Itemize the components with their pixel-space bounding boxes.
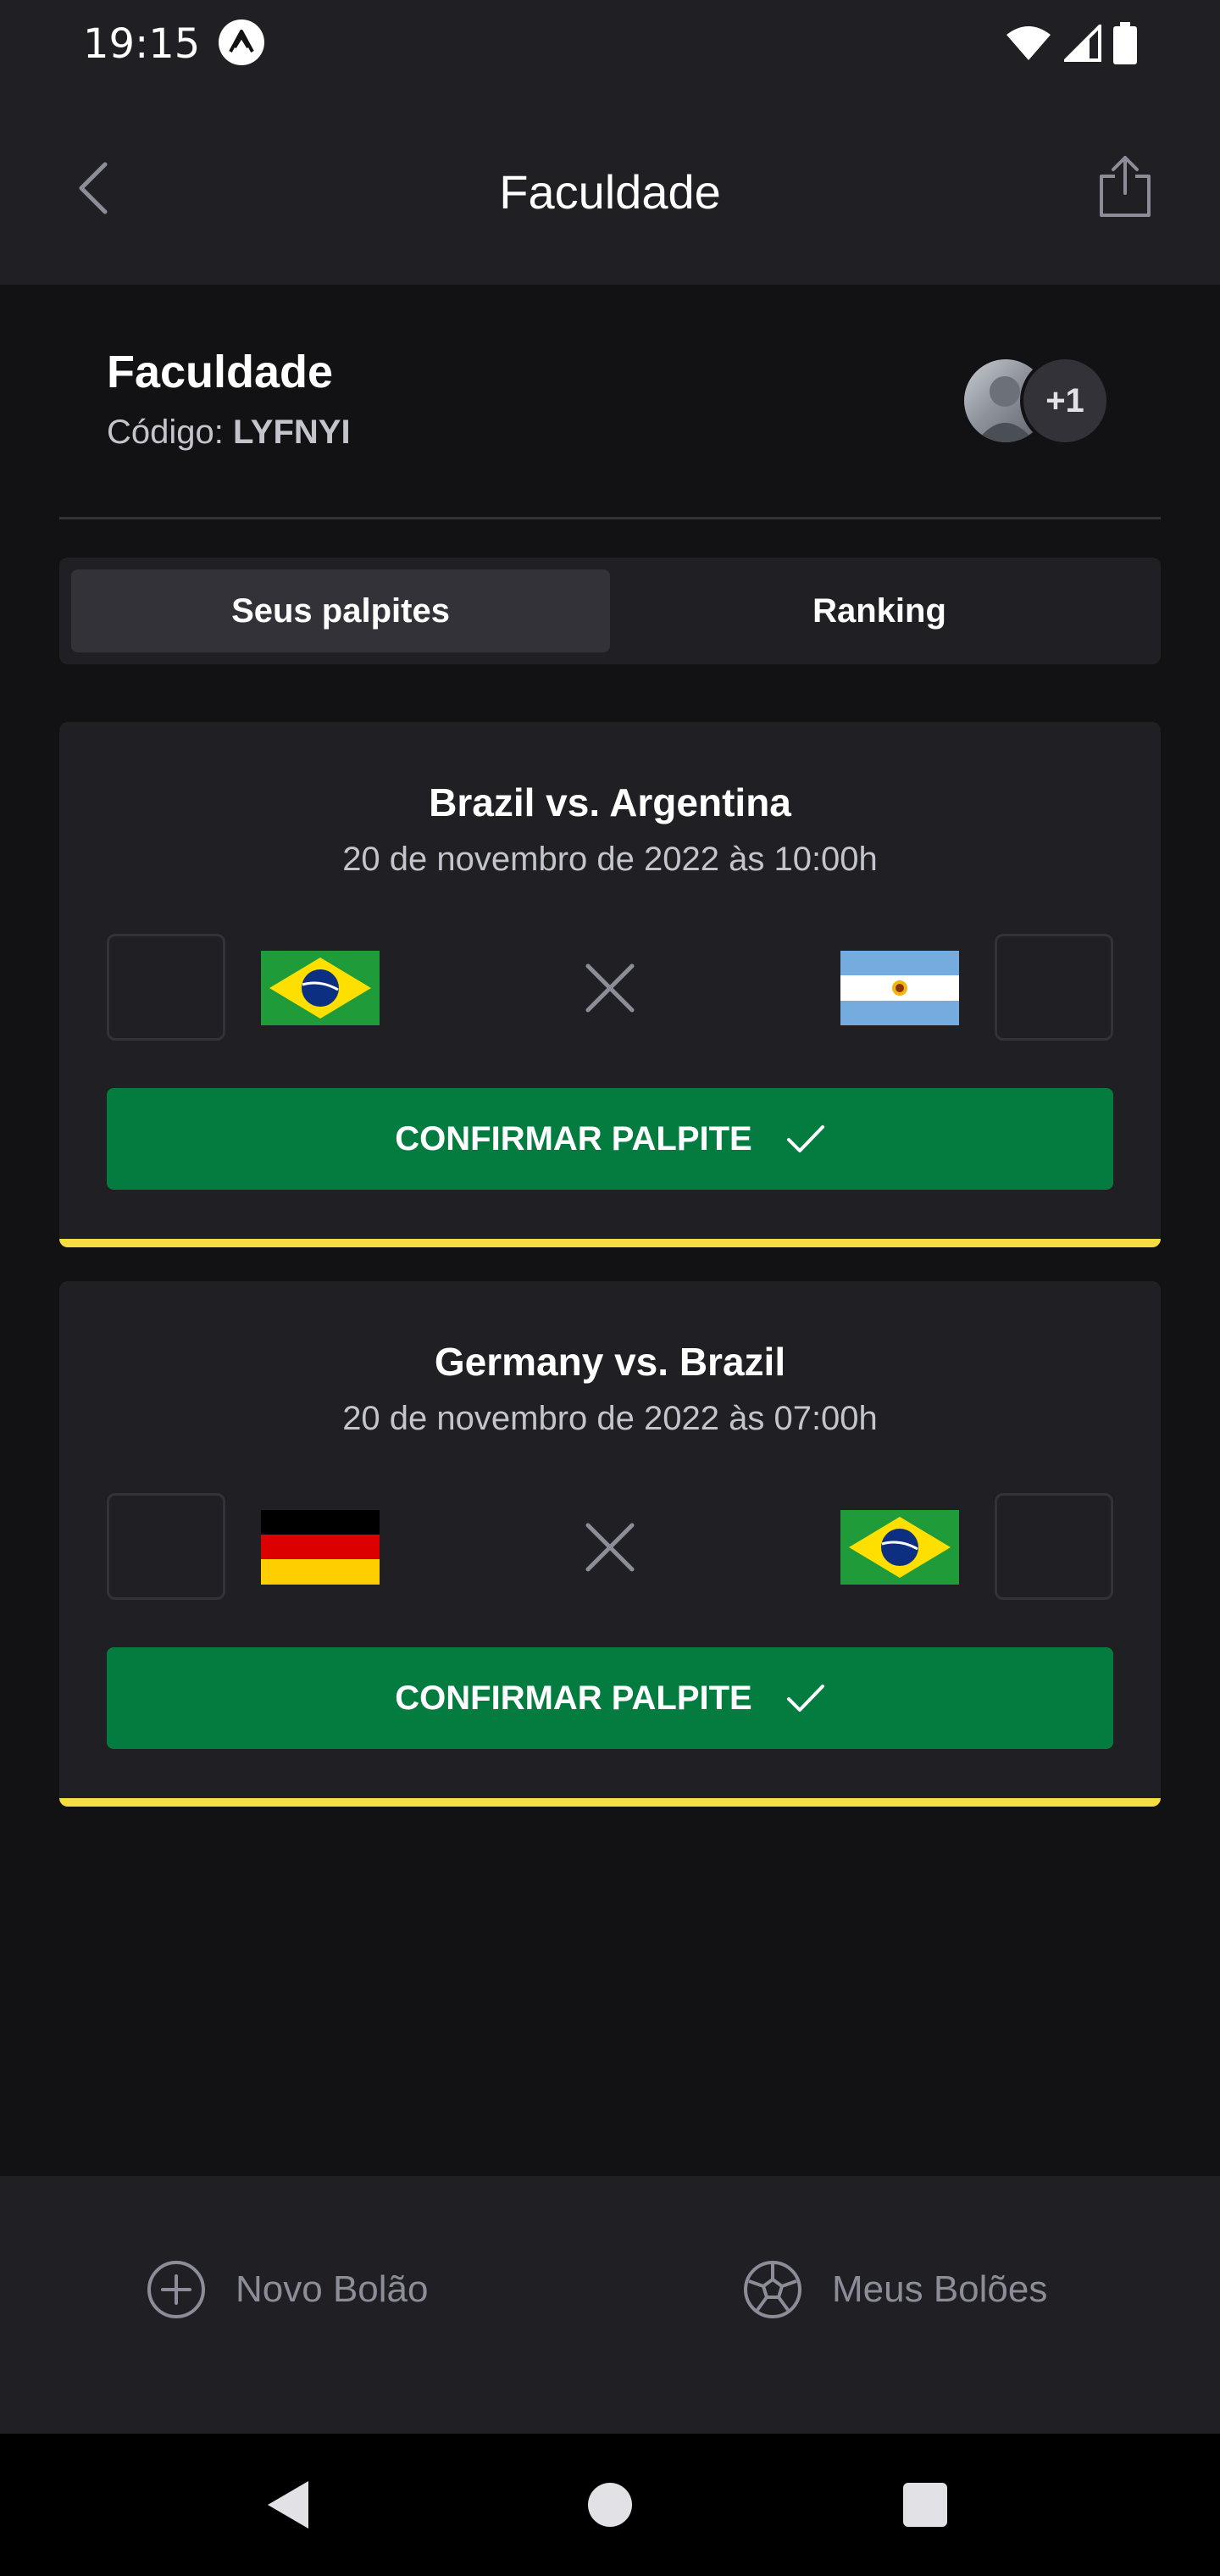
pool-name: Faculdade [107,347,334,397]
confirm-guess-button[interactable]: CONFIRMAR PALPITE [107,1647,1113,1749]
versus-x-icon [585,1523,635,1572]
header-title: Faculdade [499,165,721,219]
confirm-guess-label: CONFIRMAR PALPITE [395,1679,752,1717]
home-score-input[interactable] [107,1493,225,1600]
status-time: 19:15 [83,20,201,68]
expo-app-icon [219,19,264,65]
confirm-guess-label: CONFIRMAR PALPITE [395,1119,752,1158]
new-pool-tab[interactable]: Novo Bolão [146,2259,428,2320]
my-pools-label: Meus Bolões [832,2268,1048,2310]
signal-icon [1064,25,1101,62]
game-card: Germany vs. Brazil 20 de novembro de 202… [59,1281,1161,1807]
confirm-guess-button[interactable]: CONFIRMAR PALPITE [107,1088,1113,1190]
brazil-flag-icon [840,1510,959,1585]
check-icon [786,1125,824,1152]
check-icon [786,1685,824,1712]
tab-switcher: Seus palpites Ranking [59,558,1161,664]
status-bar: 19:15 [0,0,1220,85]
pool-code-label: Código: [107,414,224,451]
pool-code: LYFNYI [233,414,351,451]
game-date: 20 de novembro de 2022 às 07:00h [342,1400,878,1437]
game-title: Brazil vs. Argentina [429,780,791,824]
brazil-flag-icon [261,951,380,1025]
pool-info: Faculdade Código: LYFNYI [107,346,351,452]
argentina-flag-icon [840,951,959,1025]
my-pools-tab[interactable]: Meus Bolões [742,2259,1047,2320]
app-header: Faculdade [0,85,1220,285]
pool-code-row: Código: LYFNYI [107,414,351,452]
tab-seus-palpites[interactable]: Seus palpites [71,569,610,652]
home-score-input[interactable] [107,934,225,1041]
game-card: Brazil vs. Argentina 20 de novembro de 2… [59,722,1161,1247]
nav-back-icon[interactable] [264,2479,312,2530]
participants-avatars[interactable]: +1 [961,356,1113,449]
share-button[interactable] [1091,153,1159,220]
nav-home-icon[interactable] [588,2483,632,2527]
system-nav-bar [0,2434,1220,2576]
extra-participants-badge: +1 [1020,356,1110,446]
battery-icon [1113,22,1137,64]
versus-x-icon [585,963,635,1013]
soccer-ball-icon [744,2261,801,2318]
wifi-icon [1006,26,1051,60]
game-title: Germany vs. Brazil [434,1340,786,1384]
game-date: 20 de novembro de 2022 às 10:00h [342,841,878,878]
nav-recents-icon[interactable] [903,2483,947,2527]
status-icons [1005,22,1137,64]
bottom-tab-bar: Novo Bolão Meus Bolões [0,2176,1220,2434]
away-score-input[interactable] [995,1493,1113,1600]
germany-flag-icon [261,1510,380,1585]
away-score-input[interactable] [995,934,1113,1041]
tab-ranking[interactable]: Ranking [610,569,1149,652]
divider [59,517,1161,519]
new-pool-label: Novo Bolão [236,2268,429,2310]
share-icon [1100,156,1151,217]
plus-circle-icon [147,2261,205,2318]
